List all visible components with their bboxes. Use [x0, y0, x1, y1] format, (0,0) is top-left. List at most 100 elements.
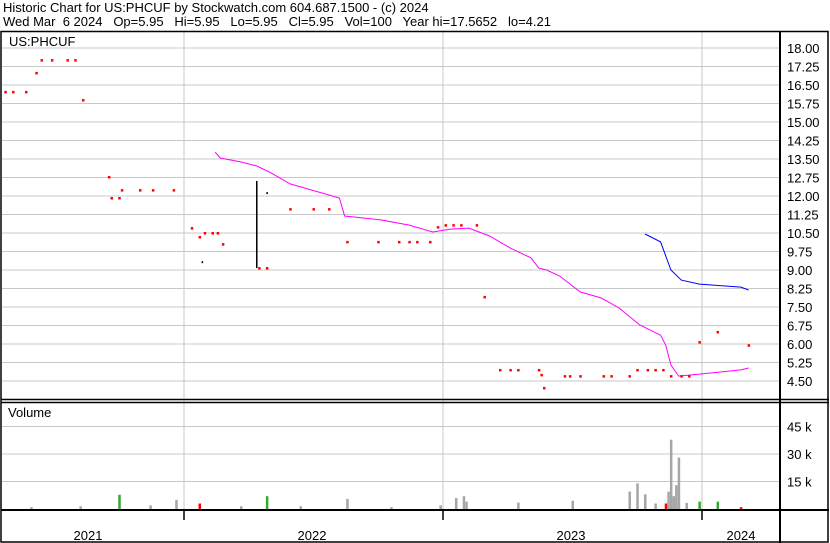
price-point	[4, 90, 7, 94]
axis-labels: 18.00 17.25 16.50 15.75 15.00 14.25 13.50 12.75…	[74, 41, 820, 543]
volume-bar	[677, 457, 681, 509]
price-point	[151, 189, 155, 192]
price-point	[74, 59, 77, 62]
price-tick-label: 11.25	[787, 208, 819, 223]
outer-border	[0, 30, 829, 543]
price-point	[50, 59, 54, 62]
price-point	[216, 232, 220, 235]
volume-bar	[664, 503, 668, 509]
volume-bar	[669, 439, 673, 509]
price-point	[610, 375, 613, 378]
year-label: 2021	[74, 528, 103, 543]
price-point	[540, 373, 543, 377]
price-tick-label: 9.75	[787, 245, 812, 260]
volume-bar	[149, 505, 152, 509]
volume-bars	[30, 439, 743, 509]
price-tick-label: 18.00	[787, 41, 820, 56]
volume-bar	[739, 507, 743, 509]
price-point	[346, 240, 349, 244]
volume-bar	[698, 501, 701, 509]
price-point	[460, 224, 463, 227]
price-point	[221, 243, 225, 246]
moving-average-line	[644, 233, 749, 291]
price-point	[579, 375, 582, 378]
price-point	[716, 330, 720, 334]
volume-tick-label: 30 k	[787, 447, 812, 462]
price-range-bar	[256, 180, 258, 269]
price-point	[377, 240, 380, 244]
price-points	[4, 59, 751, 390]
price-point	[211, 232, 214, 235]
price-point	[509, 368, 512, 372]
price-tick-label: 10.50	[787, 226, 820, 241]
volume-bar	[118, 494, 121, 509]
price-point	[265, 267, 269, 270]
year-label: 2024	[727, 528, 756, 543]
price-tick-label: 6.75	[787, 319, 812, 334]
price-point	[680, 375, 683, 378]
price-tick-label: 16.50	[787, 78, 820, 93]
price-point	[81, 99, 85, 102]
volume-bar	[685, 502, 688, 509]
price-tick-label: 4.50	[787, 374, 812, 389]
volume-tick-label: 45 k	[787, 420, 812, 435]
price-point	[198, 235, 202, 239]
price-point	[654, 368, 657, 372]
price-tick-label: 5.25	[787, 356, 812, 371]
year-label: 2023	[557, 528, 586, 543]
price-point	[646, 368, 650, 372]
volume-bar	[390, 507, 393, 509]
volume-label: Volume	[8, 405, 51, 420]
price-tick-label: 9.00	[787, 263, 812, 278]
price-point	[328, 208, 331, 211]
price-point	[408, 240, 411, 244]
price-point	[110, 196, 113, 200]
volume-bar	[346, 498, 349, 509]
volume-bar	[462, 496, 466, 509]
volume-bar	[571, 500, 574, 509]
price-point	[636, 368, 639, 372]
year-label: 2022	[298, 528, 327, 543]
price-point	[397, 240, 401, 244]
price-tick-label: 12.00	[787, 189, 820, 204]
moving-average-lines	[214, 151, 749, 377]
price-point	[688, 375, 691, 378]
price-point	[289, 208, 292, 211]
price-point	[258, 267, 261, 270]
price-point	[444, 224, 448, 227]
chart-frame	[0, 30, 829, 543]
volume-tick-label: 15 k	[787, 475, 812, 490]
volume-bar	[198, 503, 202, 509]
volume-bar	[716, 501, 720, 509]
price-point	[120, 189, 124, 192]
price-point	[172, 189, 176, 192]
volume-bar	[654, 503, 657, 509]
stock-chart: Historic Chart for US:PHCUF by Stockwatc…	[0, 0, 830, 543]
price-range-bar	[201, 261, 204, 264]
price-tick-label: 13.50	[787, 152, 820, 167]
price-point	[498, 368, 502, 372]
volume-bar	[636, 483, 639, 509]
price-point	[475, 224, 479, 227]
price-point	[563, 375, 567, 378]
price-point	[517, 368, 520, 372]
price-point	[568, 375, 572, 378]
price-point	[138, 189, 142, 192]
price-point	[602, 375, 606, 378]
volume-bar	[439, 505, 442, 509]
price-point	[698, 341, 701, 344]
price-point	[669, 375, 673, 378]
volume-bar	[30, 507, 33, 509]
gridlines	[2, 32, 780, 510]
price-point	[416, 240, 419, 244]
price-tick-label: 6.00	[787, 337, 812, 352]
price-point	[543, 386, 546, 390]
price-point	[747, 344, 751, 347]
symbol-label: US:PHCUF	[9, 34, 76, 49]
volume-bar	[667, 491, 670, 509]
price-point	[35, 71, 38, 75]
price-tick-label: 8.25	[787, 282, 812, 297]
volume-bar	[239, 506, 243, 509]
price-point	[483, 295, 486, 299]
price-point	[203, 232, 207, 235]
